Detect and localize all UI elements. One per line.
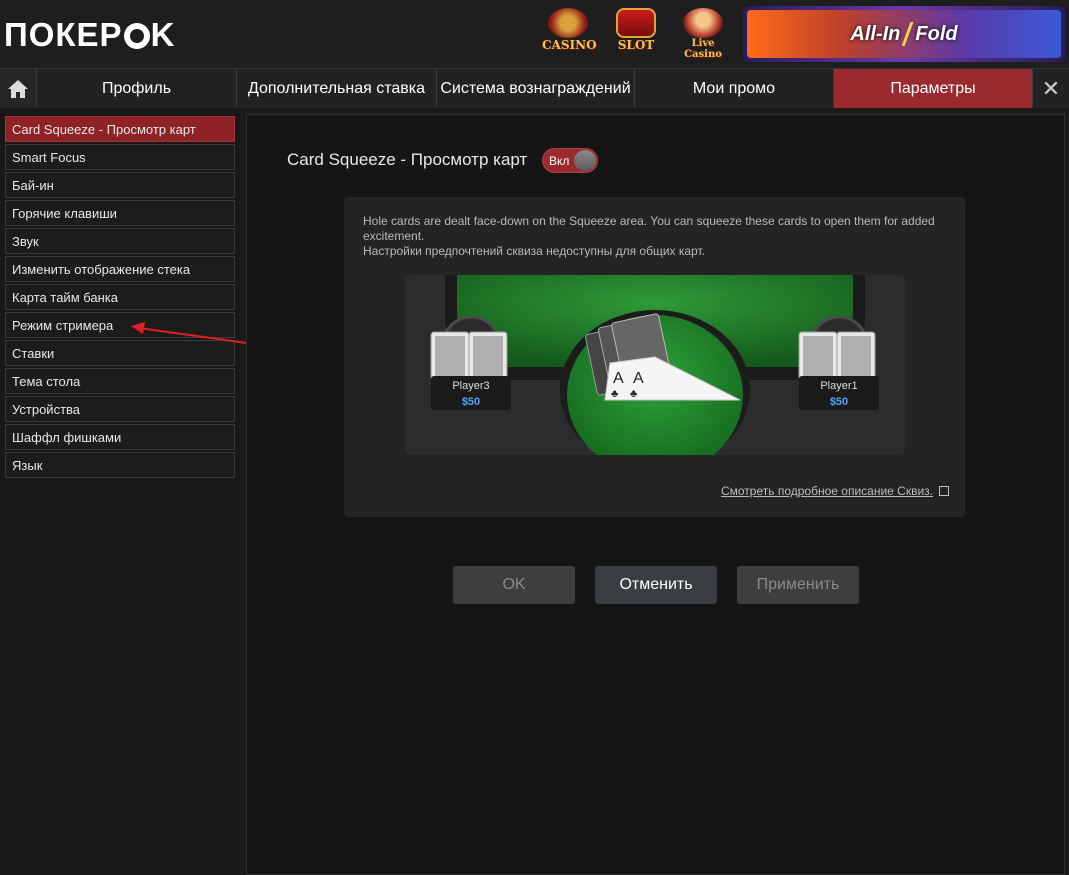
main-nav: Профиль Дополнительная ставка Система во… [0, 68, 1069, 108]
ok-button[interactable]: OK [453, 566, 575, 604]
cancel-button[interactable]: Отменить [595, 566, 717, 604]
live-dealer-icon [683, 8, 723, 38]
sidebar-item-buy-in[interactable]: Бай-ин [5, 172, 235, 198]
sidebar-item-table-theme[interactable]: Тема стола [5, 368, 235, 394]
squeeze-info-box: Hole cards are dealt face-down on the Sq… [344, 197, 965, 517]
card-rank-a-2: A [633, 370, 644, 387]
sidebar-item-sound[interactable]: Звук [5, 228, 235, 254]
roulette-icon [548, 8, 588, 38]
banner-fold-text: Fold [915, 22, 958, 45]
svg-text:♣: ♣ [630, 388, 637, 400]
slot-label: SLOT [617, 38, 655, 52]
allin-fold-banner[interactable]: All-In Fold [743, 6, 1065, 62]
home-button[interactable] [0, 69, 37, 108]
external-link-icon [939, 486, 949, 496]
card-squeeze-toggle[interactable]: Вкл [542, 148, 598, 173]
chip-icon [123, 23, 150, 49]
settings-panel: Card Squeeze - Просмотр карт Вкл Hole ca… [246, 114, 1065, 875]
player3-name: Player3 [452, 380, 489, 392]
live-casino-button[interactable]: Live Casino [677, 8, 729, 60]
squeeze-details-link[interactable]: Смотреть подробное описание Сквиз. [721, 484, 949, 498]
live-casino-label: Live Casino [684, 38, 722, 60]
sidebar-item-smart-focus[interactable]: Smart Focus [5, 144, 235, 170]
home-icon [8, 79, 28, 98]
toggle-knob [574, 150, 596, 171]
player1-name: Player1 [820, 380, 857, 392]
settings-sidebar: Card Squeeze - Просмотр карт Smart Focus… [5, 116, 235, 480]
toggle-label: Вкл [549, 154, 570, 168]
setting-title: Card Squeeze - Просмотр карт [287, 150, 528, 169]
logo-text: ПОКЕР [4, 16, 123, 53]
casino-label: CASINO [542, 38, 597, 52]
tab-rewards[interactable]: Система вознаграждений [437, 69, 635, 108]
player1-stack: $50 [830, 396, 848, 408]
banner-allin-text: All-In [850, 22, 901, 45]
casino-button[interactable]: CASINO [542, 8, 597, 60]
slot-machine-icon [616, 8, 656, 38]
info-text: Hole cards are dealt face-down on the Sq… [363, 214, 943, 259]
sidebar-item-language[interactable]: Язык [5, 452, 235, 478]
sidebar-item-devices[interactable]: Устройства [5, 396, 235, 422]
tab-extra-bet[interactable]: Дополнительная ставка [237, 69, 437, 108]
tab-profile[interactable]: Профиль [37, 69, 237, 108]
tab-my-promo[interactable]: Мои промо [635, 69, 834, 108]
svg-text:♣: ♣ [611, 388, 618, 400]
logo-suffix: K [150, 16, 176, 53]
apply-button[interactable]: Применить [737, 566, 859, 604]
info-line-1: Hole cards are dealt face-down on the Sq… [363, 214, 935, 243]
tab-settings[interactable]: Параметры [834, 69, 1033, 108]
sidebar-item-card-squeeze[interactable]: Card Squeeze - Просмотр карт [5, 116, 235, 142]
sidebar-item-time-bank[interactable]: Карта тайм банка [5, 284, 235, 310]
header: ПОКЕР K CASINO SLOT Live Casino All-In Fo… [0, 0, 1069, 68]
player3-stack: $50 [462, 396, 480, 408]
slot-button[interactable]: SLOT [610, 8, 662, 60]
info-line-2: Настройки предпочтений сквиза недоступны… [363, 244, 705, 258]
sidebar-item-stack-display[interactable]: Изменить отображение стека [5, 256, 235, 282]
squeeze-preview-image: A A ♣ ♣ Player3 $50 Player1 $50 [405, 275, 905, 455]
card-rank-a-1: A [613, 370, 624, 387]
pokerok-logo[interactable]: ПОКЕР K [4, 16, 175, 54]
details-link-text: Смотреть подробное описание Сквиз. [720, 484, 933, 498]
banner-separator [902, 22, 914, 46]
sidebar-item-hotkeys[interactable]: Горячие клавиши [5, 200, 235, 226]
sidebar-item-chip-shuffle[interactable]: Шаффл фишками [5, 424, 235, 450]
close-icon[interactable]: ✕ [1033, 69, 1069, 108]
poker-table-illustration: A A ♣ ♣ Player3 $50 Player1 $50 [405, 275, 905, 455]
